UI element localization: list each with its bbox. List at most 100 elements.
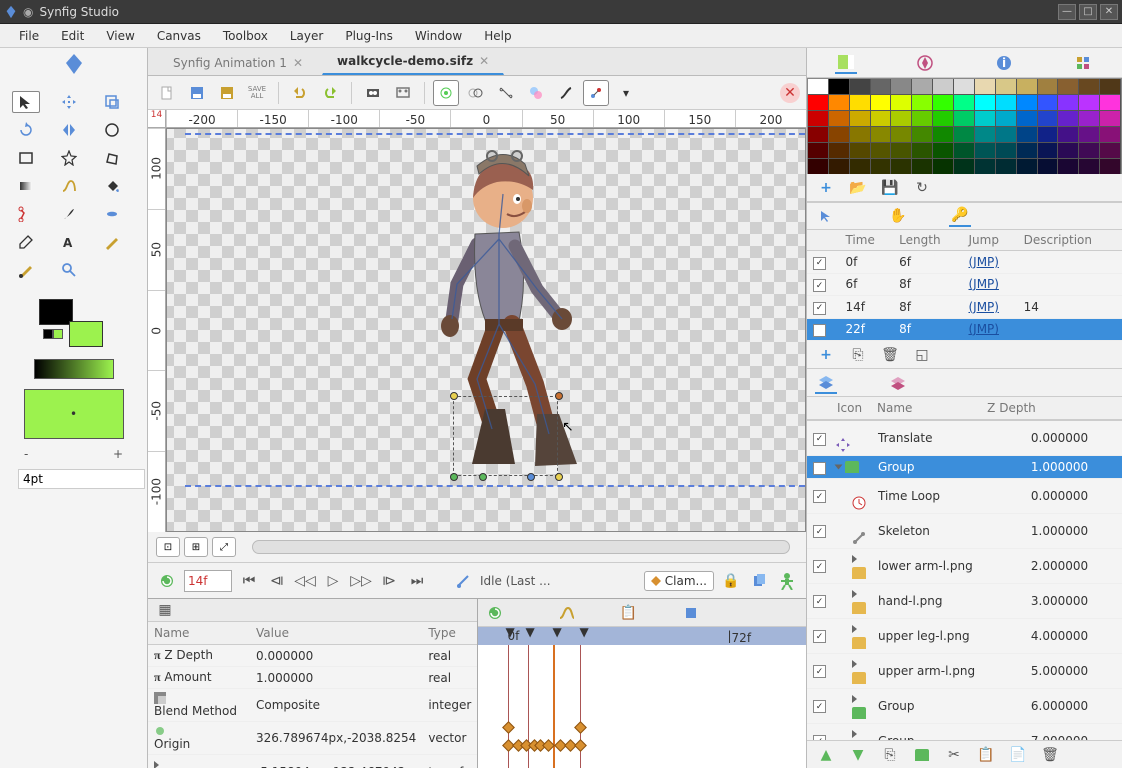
fit-button[interactable]: ⊡: [156, 537, 180, 557]
palette-swatch[interactable]: [1017, 79, 1038, 95]
palette-swatch[interactable]: [850, 95, 871, 111]
palette-swatch[interactable]: [1079, 79, 1100, 95]
next-frame-button[interactable]: ▷▷: [350, 570, 372, 592]
palette-swatch[interactable]: [975, 143, 996, 159]
param-row[interactable]: π Amount1.000000real: [148, 667, 478, 689]
palette-swatch[interactable]: [850, 111, 871, 127]
playhead[interactable]: [553, 645, 555, 768]
layer-up-button[interactable]: ▲: [815, 744, 837, 766]
palette-swatch[interactable]: [1038, 95, 1059, 111]
menu-help[interactable]: Help: [484, 29, 511, 43]
palette-swatch[interactable]: [891, 111, 912, 127]
palette-swatch[interactable]: [954, 79, 975, 95]
prev-frame-button[interactable]: ◁◁: [294, 570, 316, 592]
save-as-button[interactable]: [214, 80, 240, 106]
layer-row[interactable]: ✓lower arm-l.png2.000000: [807, 548, 1122, 583]
palette-swatch[interactable]: [808, 111, 829, 127]
background-color[interactable]: [39, 299, 73, 325]
palette-swatch[interactable]: [1100, 111, 1121, 127]
fill-tool[interactable]: [98, 175, 126, 197]
palette-swatch[interactable]: [1100, 143, 1121, 159]
expand-button[interactable]: ⤢: [212, 537, 236, 557]
layer-copy-button[interactable]: 📋: [975, 744, 997, 766]
foreground-color[interactable]: [69, 321, 103, 347]
palette-swatch[interactable]: [891, 95, 912, 111]
gradient-tool[interactable]: [12, 175, 40, 197]
lock-keyframes-button[interactable]: 🔒: [720, 570, 742, 592]
tab-doc-2[interactable]: walkcycle-demo.sifz✕: [322, 48, 504, 75]
eyedrop-tool[interactable]: [12, 231, 40, 253]
layer-delete-button[interactable]: 🗑: [1039, 744, 1061, 766]
timeloop-icon[interactable]: [484, 602, 506, 624]
brush-preview[interactable]: [24, 389, 124, 439]
layer-row[interactable]: ✓Skeleton1.000000: [807, 513, 1122, 548]
palette-swatch[interactable]: [975, 95, 996, 111]
animate-button[interactable]: [583, 80, 609, 106]
palette-swatch[interactable]: [1079, 143, 1100, 159]
palette-swatch[interactable]: [933, 159, 954, 175]
tab-doc-1[interactable]: Synfig Animation 1✕: [158, 50, 318, 75]
circle-tool[interactable]: [98, 119, 126, 141]
palette-swatch[interactable]: [891, 143, 912, 159]
palette-swatch[interactable]: [996, 143, 1017, 159]
keyframe-row[interactable]: ✓14f8f(JMP)14: [807, 296, 1122, 319]
zoom-tool[interactable]: [55, 259, 83, 281]
save-button[interactable]: [184, 80, 210, 106]
palette-swatch[interactable]: [933, 111, 954, 127]
palette-swatch[interactable]: [1058, 111, 1079, 127]
handle-tl[interactable]: [450, 392, 458, 400]
close-document-button[interactable]: ✕: [780, 83, 800, 103]
draw-tool[interactable]: [55, 203, 83, 225]
palette-swatch[interactable]: [954, 111, 975, 127]
menu-toolbox[interactable]: Toolbox: [223, 29, 268, 43]
palette-swatch[interactable]: [1079, 95, 1100, 111]
palette-swatch[interactable]: [808, 95, 829, 111]
palette-swatch[interactable]: [975, 111, 996, 127]
palette-swatch[interactable]: [850, 159, 871, 175]
metadata-tab-icon[interactable]: [1072, 52, 1094, 74]
palette-swatch[interactable]: [1038, 111, 1059, 127]
menu-file[interactable]: File: [19, 29, 39, 43]
palette-swatch[interactable]: [1017, 127, 1038, 143]
palette-swatch[interactable]: [871, 79, 892, 95]
close-icon[interactable]: ✕: [293, 56, 303, 70]
layers-tab-icon[interactable]: [815, 372, 837, 394]
palette-swatch[interactable]: [850, 143, 871, 159]
toolbar-dropdown[interactable]: ▾: [613, 80, 639, 106]
curves-icon[interactable]: [556, 602, 578, 624]
palette-swatch[interactable]: [829, 127, 850, 143]
close-icon[interactable]: ✕: [479, 54, 489, 68]
grid4-button[interactable]: ⊞: [184, 537, 208, 557]
layer-down-button[interactable]: ▼: [847, 744, 869, 766]
star-tool[interactable]: [55, 147, 83, 169]
keyframe-key-icon[interactable]: 🔑: [949, 205, 971, 227]
sets-tab-icon[interactable]: [887, 372, 909, 394]
palette-swatch[interactable]: [1100, 95, 1121, 111]
canvas-viewport[interactable]: ↖: [166, 128, 806, 532]
palette-swatch[interactable]: [954, 95, 975, 111]
palette-tab-icon[interactable]: [835, 52, 857, 74]
menu-view[interactable]: View: [106, 29, 134, 43]
sketch-tool[interactable]: [98, 231, 126, 253]
palette-swatch[interactable]: [1038, 127, 1059, 143]
spline-tool[interactable]: [55, 175, 83, 197]
keyframe-hand-icon[interactable]: ✋: [887, 205, 909, 227]
timeline-ruler[interactable]: 0f |72f ▼ ▼ ▼ ▼: [478, 627, 807, 645]
param-row[interactable]: Origin326.789674px,-2038.8254vector: [148, 722, 478, 755]
brush-tool[interactable]: [12, 259, 40, 281]
palette-swatch[interactable]: [912, 79, 933, 95]
palette-swatch[interactable]: [829, 79, 850, 95]
handle-bm2[interactable]: [527, 473, 535, 481]
layer-row[interactable]: ✓hand-l.png3.000000: [807, 583, 1122, 618]
palette-swatch[interactable]: [912, 159, 933, 175]
color-swatches[interactable]: [39, 299, 109, 349]
seek-end-button[interactable]: ⏭: [406, 570, 428, 592]
layer-row[interactable]: ✓Translate0.000000: [807, 421, 1122, 456]
navigator-tab-icon[interactable]: [914, 52, 936, 74]
palette-swatch[interactable]: [808, 79, 829, 95]
palette-swatch[interactable]: [1058, 79, 1079, 95]
keyframe-row[interactable]: ✓22f8f(JMP): [807, 318, 1122, 341]
menu-window[interactable]: Window: [415, 29, 462, 43]
layer-row[interactable]: ✓upper arm-l.png5.000000: [807, 653, 1122, 688]
handle-bm1[interactable]: [479, 473, 487, 481]
